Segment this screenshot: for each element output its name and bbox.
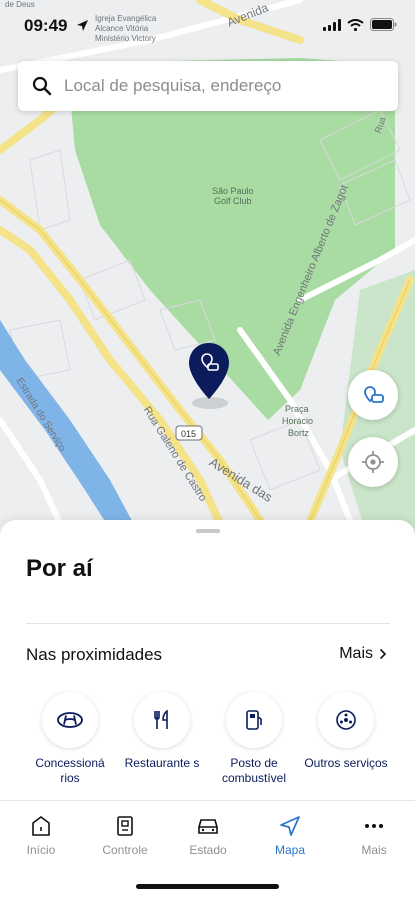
tab-remote[interactable]: Controle	[85, 815, 165, 857]
wifi-icon	[347, 18, 364, 31]
map-pin-icon	[189, 343, 229, 399]
category-other-circle	[318, 692, 374, 748]
category-label: Outros serviços	[304, 756, 388, 770]
tab-label: Controle	[102, 843, 148, 857]
status-bar: 09:49	[0, 0, 415, 52]
category-dealers[interactable]: Concessioná rios	[25, 692, 115, 786]
fork-knife-icon	[154, 710, 168, 729]
category-dealers-circle	[42, 692, 98, 748]
more-icon	[365, 824, 383, 828]
location-arrow-icon	[77, 20, 88, 31]
car-icon	[198, 819, 218, 834]
tab-home[interactable]: Início	[1, 815, 81, 857]
category-restaurants-circle	[134, 692, 190, 748]
search-icon	[32, 76, 52, 96]
car-location-icon	[364, 386, 384, 403]
sheet-drag-handle[interactable]	[196, 529, 220, 533]
category-fuel[interactable]: Posto de combustível	[209, 692, 299, 786]
tab-label: Estado	[189, 843, 227, 857]
category-label: Restaurante s	[124, 756, 200, 770]
vehicle-location-button[interactable]	[348, 370, 398, 420]
tab-more[interactable]: Mais	[334, 815, 414, 857]
search-bar[interactable]	[18, 61, 398, 111]
vehicle-location-pin[interactable]	[188, 342, 230, 400]
remote-icon	[117, 816, 133, 836]
search-input[interactable]	[64, 76, 384, 96]
route-shield-label: 015	[181, 429, 197, 439]
navigation-icon	[280, 816, 300, 836]
map-label-praca-1: Praça	[285, 404, 309, 414]
fuel-pump-icon	[246, 710, 262, 730]
divider	[26, 623, 390, 624]
category-fuel-circle	[226, 692, 282, 748]
services-icon	[336, 710, 356, 730]
chevron-right-icon	[379, 648, 387, 660]
tab-label: Mapa	[274, 843, 306, 857]
more-label: Mais	[339, 645, 373, 662]
category-restaurants[interactable]: Restaurante s	[117, 692, 207, 771]
tab-label: Início	[26, 843, 56, 857]
home-indicator	[136, 884, 279, 889]
map-label-golf: São Paulo Golf Club	[212, 186, 254, 206]
battery-icon	[370, 18, 397, 31]
category-label: Concessioná rios	[35, 756, 105, 785]
tab-map[interactable]: Mapa	[250, 815, 330, 857]
signal-icon	[323, 18, 341, 31]
status-icons	[323, 18, 397, 31]
map-label-praca-3: Bortz	[288, 428, 310, 438]
more-button[interactable]: Mais	[339, 645, 387, 663]
map-label-praca-2: Horácio	[282, 416, 314, 426]
category-label: Posto de combustível	[221, 756, 287, 785]
nearby-heading: Nas proximidades	[26, 645, 163, 664]
tab-status[interactable]: Estado	[168, 815, 248, 857]
status-time: 09:49	[24, 16, 68, 35]
bottom-sheet[interactable]: Por aí Nas proximidades Mais Concessioná…	[0, 520, 415, 810]
home-icon	[32, 816, 50, 836]
crosshair-icon	[362, 451, 384, 473]
tab-label: Mais	[361, 843, 387, 857]
hyundai-logo-icon	[57, 712, 83, 728]
sheet-title: Por aí	[26, 555, 93, 582]
my-location-button[interactable]	[348, 437, 398, 487]
category-other[interactable]: Outros serviços	[301, 692, 391, 771]
